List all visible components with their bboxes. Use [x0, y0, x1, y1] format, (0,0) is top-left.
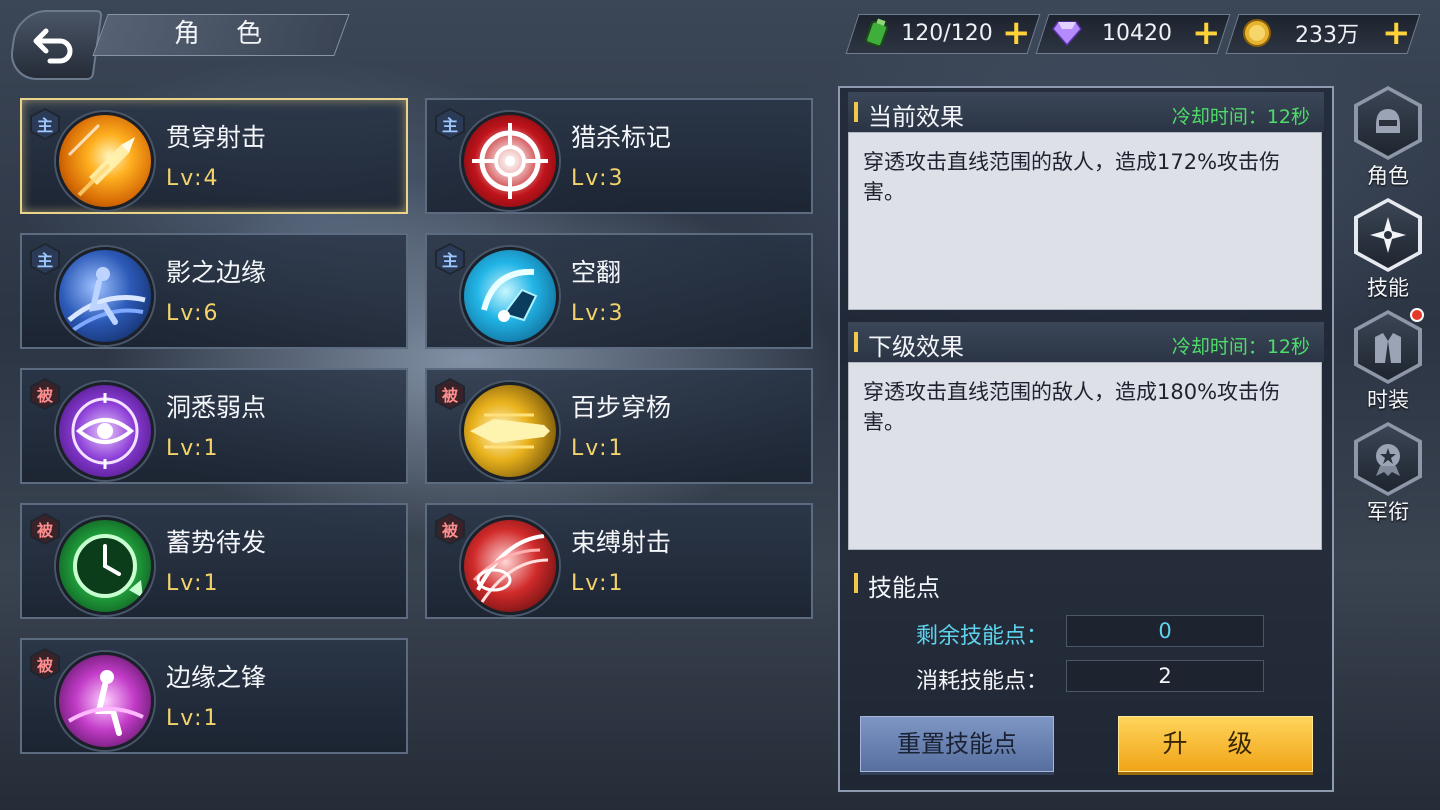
skill-level: Lv:6 [166, 301, 220, 326]
back-button[interactable] [7, 10, 103, 80]
remaining-points-value: 0 [1066, 615, 1264, 647]
skill-level: Lv:3 [571, 166, 625, 191]
edge-blade-icon [56, 652, 154, 750]
golden-arrow-icon [461, 382, 559, 480]
passive-skill-tag: 被 [30, 513, 60, 545]
diamond-icon [1052, 18, 1082, 48]
skill-level: Lv:4 [166, 166, 220, 191]
clock-icon [56, 517, 154, 615]
back-arrow-icon [33, 28, 73, 64]
reset-skill-points-button[interactable]: 重置技能点 [860, 716, 1054, 772]
nav-costume[interactable]: 时装 [1352, 308, 1424, 414]
diamond-resource: 10420 + [1052, 14, 1221, 52]
skill-card[interactable]: 主 猎杀标记 Lv:3 [425, 98, 813, 214]
skill-name: 蓄势待发 [166, 528, 267, 557]
add-energy-button[interactable]: + [1002, 16, 1031, 50]
energy-battery-icon [862, 18, 892, 48]
main-skill-tag: 主 [435, 243, 465, 275]
notification-badge [1410, 308, 1424, 322]
page-title: 角 色 [173, 19, 277, 49]
skill-level: Lv:1 [166, 706, 220, 731]
skill-name: 边缘之锋 [166, 663, 267, 692]
add-gold-button[interactable]: + [1382, 16, 1411, 50]
skill-name: 影之边缘 [166, 258, 267, 287]
passive-skill-tag: 被 [435, 513, 465, 545]
next-effect-title: 下级效果 [868, 333, 964, 361]
skill-points-header: 技能点 [848, 563, 1324, 603]
main-skill-tag: 主 [435, 108, 465, 140]
skill-card[interactable]: 主 影之边缘 Lv:6 [20, 233, 408, 349]
medal-icon [1376, 444, 1400, 476]
suit-icon [1375, 333, 1401, 363]
skill-card[interactable]: 被 束缚射击 Lv:1 [425, 503, 813, 619]
gold-resource: 233万 + [1242, 14, 1411, 52]
helmet-icon [1376, 109, 1400, 133]
main-skill-tag: 主 [30, 108, 60, 140]
gold-coin-icon [1242, 18, 1272, 48]
flip-kick-icon [461, 247, 559, 345]
skill-name: 空翻 [571, 258, 622, 287]
main-skill-tag: 主 [30, 243, 60, 275]
passive-skill-tag: 被 [30, 648, 60, 680]
skill-name: 猎杀标记 [571, 123, 672, 152]
skill-level: Lv:3 [571, 301, 625, 326]
current-effect-title: 当前效果 [868, 103, 964, 131]
skill-level: Lv:1 [571, 571, 625, 596]
skill-level: Lv:1 [166, 436, 220, 461]
passive-skill-tag: 被 [435, 378, 465, 410]
crosshair-icon [461, 112, 559, 210]
next-effect-header: 下级效果 冷却时间：12秒 [848, 322, 1324, 362]
next-effect-description: 穿透攻击直线范围的敌人，造成180%攻击伤害。 [848, 362, 1322, 550]
current-effect-header: 当前效果 冷却时间：12秒 [848, 92, 1324, 132]
shadow-dash-icon [56, 247, 154, 345]
eye-scope-icon [56, 382, 154, 480]
nav-skills[interactable]: 技能 [1352, 198, 1424, 302]
next-cooldown: 冷却时间：12秒 [1171, 336, 1310, 358]
nav-character[interactable]: 角色 [1352, 86, 1424, 190]
skill-card[interactable]: 主 贯穿射击 Lv:4 [20, 98, 408, 214]
current-cooldown: 冷却时间：12秒 [1171, 106, 1310, 128]
skill-name: 洞悉弱点 [166, 393, 267, 422]
bullet-icon [56, 112, 154, 210]
skill-points-title: 技能点 [868, 574, 940, 602]
cost-points-value: 2 [1066, 660, 1264, 692]
current-effect-description: 穿透攻击直线范围的敌人，造成172%攻击伤害。 [848, 132, 1322, 310]
binding-shot-icon [461, 517, 559, 615]
skill-card[interactable]: 主 空翻 Lv:3 [425, 233, 813, 349]
cost-points-label: 消耗技能点： [915, 669, 1048, 694]
energy-resource: 120/120 + [862, 14, 1031, 52]
skill-level: Lv:1 [571, 436, 625, 461]
add-diamond-button[interactable]: + [1192, 16, 1221, 50]
skill-card[interactable]: 被 洞悉弱点 Lv:1 [20, 368, 408, 484]
shuriken-icon [1370, 217, 1406, 253]
skill-name: 贯穿射击 [166, 123, 267, 152]
skill-card[interactable]: 被 百步穿杨 Lv:1 [425, 368, 813, 484]
skill-card[interactable]: 被 边缘之锋 Lv:1 [20, 638, 408, 754]
skill-level: Lv:1 [166, 571, 220, 596]
skill-card[interactable]: 被 蓄势待发 Lv:1 [20, 503, 408, 619]
nav-rank[interactable]: 军衔 [1352, 422, 1424, 526]
skill-name: 束缚射击 [571, 528, 672, 557]
upgrade-button[interactable]: 升 级 [1118, 716, 1313, 772]
skill-name: 百步穿杨 [571, 393, 672, 422]
passive-skill-tag: 被 [30, 378, 60, 410]
remaining-points-label: 剩余技能点： [915, 624, 1048, 649]
